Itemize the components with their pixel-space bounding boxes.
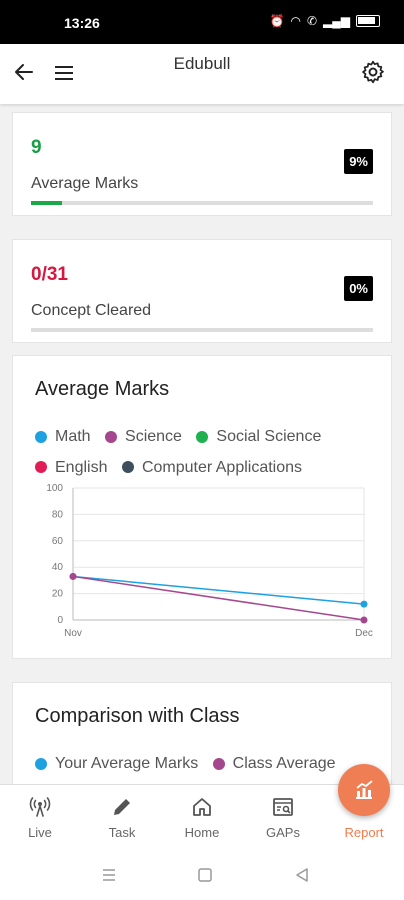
comparison-card: Comparison with Class Your Average Marks… — [12, 682, 392, 784]
data-point-science — [69, 572, 77, 580]
nav-item-home[interactable]: Home — [162, 785, 242, 851]
home-icon — [193, 798, 211, 816]
x-tick-label: Nov — [64, 628, 82, 639]
comparison-title: Comparison with Class — [35, 705, 240, 727]
report-content[interactable]: 9 Average Marks 9% 0/31 Concept Cleared … — [0, 104, 404, 784]
gear-icon[interactable] — [360, 59, 386, 85]
average-marks-progress — [31, 201, 373, 205]
status-icons: ⏰ ◠ ✆ ▂▄▆ — [270, 14, 380, 28]
legend-dot — [196, 430, 209, 443]
live-icon — [29, 797, 51, 817]
alarm-icon: ⏰ — [269, 14, 285, 28]
comparison-legend: Your Average Marks Class Average — [35, 749, 385, 780]
legend-item-science[interactable]: Science — [105, 422, 182, 451]
legend-label: Math — [55, 428, 91, 445]
system-navigation-bar — [0, 850, 404, 900]
nav-label: GAPs — [266, 825, 300, 840]
data-point-math — [360, 600, 368, 608]
legend-label: Science — [125, 428, 182, 445]
concept-cleared-badge: 0% — [344, 276, 373, 301]
average-marks-badge: 9% — [344, 149, 373, 174]
status-bar: 13:26 ⏰ ◠ ✆ ▂▄▆ — [0, 0, 404, 44]
legend-item-math[interactable]: Math — [35, 422, 91, 451]
average-marks-label: Average Marks — [31, 175, 139, 192]
gaps-icon — [273, 798, 293, 816]
legend-dot — [212, 757, 225, 770]
legend-label: Social Science — [216, 428, 322, 445]
report-icon — [356, 780, 373, 799]
nav-item-task[interactable]: Task — [82, 785, 162, 851]
average-marks-value: 9 — [31, 137, 42, 158]
y-tick-label: 100 — [46, 483, 63, 494]
concept-cleared-label: Concept Cleared — [31, 302, 152, 319]
legend-item-class-average[interactable]: Class Average — [212, 749, 336, 778]
concept-cleared-progress — [31, 328, 373, 332]
call-icon: ✆ — [306, 14, 318, 28]
app-title: Edubull — [173, 54, 231, 73]
nav-label: Task — [108, 825, 136, 840]
recent-apps-icon[interactable] — [100, 867, 118, 883]
legend-label: Class Average — [232, 755, 336, 772]
y-tick-label: 40 — [52, 562, 64, 573]
y-tick-label: 60 — [52, 536, 64, 547]
legend-dot — [35, 461, 47, 473]
data-point-science — [360, 616, 368, 624]
legend-dot — [121, 461, 134, 473]
app-bar: Edubull — [0, 44, 404, 104]
home-button-icon[interactable] — [196, 867, 214, 883]
average-marks-progress-fill — [31, 201, 62, 205]
status-time: 13:26 — [64, 15, 100, 31]
x-tick-label: Dec — [355, 628, 373, 639]
average-marks-chart-card: Average Marks Math Science Social Scienc… — [12, 355, 392, 659]
nav-label: Report — [344, 825, 384, 840]
average-marks-chart-title: Average Marks — [35, 378, 170, 400]
legend-label: Your Average Marks — [55, 755, 199, 772]
signal-icon: ▂▄▆ — [323, 14, 350, 28]
back-button-icon[interactable] — [293, 867, 311, 883]
wifi-icon: ◠ — [290, 14, 301, 28]
battery-icon — [356, 15, 380, 27]
nav-label: Home — [184, 825, 220, 840]
y-tick-label: 80 — [52, 509, 64, 520]
nav-label: Live — [28, 825, 52, 840]
average-marks-stat-card: 9 Average Marks 9% — [12, 112, 392, 216]
nav-item-gaps[interactable]: GAPs — [243, 785, 323, 851]
concept-cleared-value: 0/31 — [31, 264, 68, 285]
pencil-icon — [114, 799, 130, 815]
report-fab-button[interactable] — [338, 764, 390, 816]
legend-dot — [35, 757, 47, 770]
chart-legend: Math Science Social Science English Comp… — [35, 422, 385, 483]
legend-dot — [105, 430, 118, 443]
legend-dot — [35, 430, 47, 443]
y-tick-label: 0 — [57, 615, 63, 626]
legend-item-social-science[interactable]: Social Science — [196, 422, 321, 451]
y-tick-label: 20 — [52, 589, 64, 600]
series-line-math — [72, 575, 365, 605]
series-line-science — [72, 575, 365, 621]
average-marks-line-chart: 100 80 60 40 20 0Nov Dec — [46, 483, 373, 639]
nav-item-live[interactable]: Live — [0, 785, 80, 851]
concept-cleared-stat-card: 0/31 Concept Cleared 0% — [12, 239, 392, 343]
legend-item-your-average[interactable]: Your Average Marks — [35, 749, 198, 778]
